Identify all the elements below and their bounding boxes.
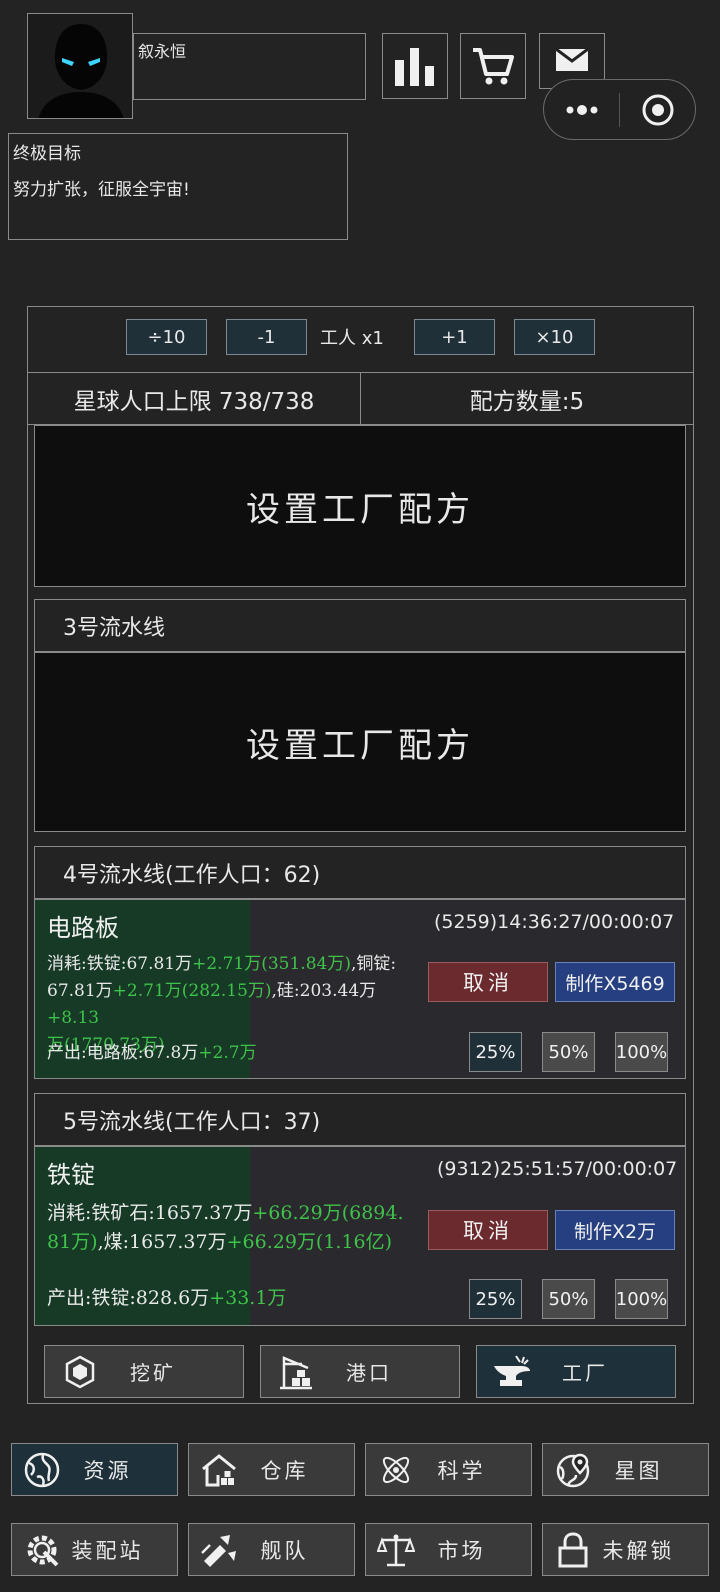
consume-text: ,硅:203.44万: [271, 981, 377, 1001]
output-text: 产出:铁锭:828.6万: [47, 1287, 210, 1309]
atom-icon: [374, 1448, 418, 1492]
nav-resources-label: 资源: [83, 1458, 132, 1483]
cart-icon: [473, 48, 514, 85]
warehouse-icon: [197, 1448, 241, 1492]
line-5-pct-25-button[interactable]: 25%: [469, 1279, 522, 1319]
line-4-production: 电路板 (5259)14:36:27/00:00:07 消耗:铁锭:67.81万…: [34, 899, 686, 1079]
tab-factory-label: 工厂: [562, 1361, 608, 1385]
nav-warehouse[interactable]: 仓库: [188, 1443, 355, 1496]
line-5-consumption: 消耗:铁矿石:1657.37万+66.29万(6894. 81万),煤:1657…: [47, 1199, 427, 1257]
mail-icon: [555, 48, 589, 71]
nav-science[interactable]: 科学: [365, 1443, 532, 1496]
tab-mining-label: 挖矿: [130, 1361, 176, 1385]
line-4-pct-50-button[interactable]: 50%: [542, 1032, 595, 1072]
star-map-icon: [551, 1448, 595, 1492]
line-4-product-name: 电路板: [47, 914, 119, 942]
nav-assembly[interactable]: 装配站: [11, 1523, 178, 1576]
consume-gain: +66.29万(6894.: [252, 1202, 404, 1224]
consume-text: 67.81万: [47, 981, 113, 1001]
tab-port[interactable]: 港口: [260, 1345, 460, 1398]
shop-button[interactable]: [460, 33, 526, 99]
fleet-icon: [197, 1528, 241, 1572]
nav-warehouse-label: 仓库: [260, 1458, 309, 1483]
more-dots-icon: [566, 104, 597, 115]
nav-star-map-label: 星图: [614, 1458, 663, 1483]
planet-icon: [20, 1448, 64, 1492]
tab-port-label: 港口: [346, 1361, 392, 1385]
nav-star-map[interactable]: 星图: [542, 1443, 709, 1496]
tab-mining[interactable]: 挖矿: [44, 1345, 244, 1398]
consume-gain: +2.71万(351.84万): [192, 954, 351, 974]
close-mini-program-button[interactable]: [620, 80, 695, 139]
nav-fleet[interactable]: 舰队: [188, 1523, 355, 1576]
output-gain: +33.1万: [209, 1287, 287, 1309]
goal-title: 终极目标: [13, 144, 81, 164]
anvil-icon: [489, 1349, 535, 1395]
nav-resources[interactable]: 资源: [11, 1443, 178, 1496]
goal-text: 努力扩张，征服全宇宙!: [13, 180, 190, 200]
line-5-header: 5号流水线(工作人口：37): [34, 1093, 686, 1146]
line-5-pct-100-button[interactable]: 100%: [615, 1279, 668, 1319]
stats-button[interactable]: [382, 33, 448, 99]
consume-gain: +8.13: [47, 1008, 100, 1028]
nav-fleet-label: 舰队: [260, 1538, 309, 1563]
nav-locked[interactable]: 未解锁: [542, 1523, 709, 1576]
bar-chart-icon: [395, 48, 434, 86]
consume-text: ,铜锭:: [350, 954, 397, 974]
line-5-cancel-button[interactable]: 取消: [428, 1210, 548, 1250]
consume-text: 消耗:铁锭:67.81万: [47, 954, 193, 974]
consume-text: ,煤:1657.37万: [97, 1231, 227, 1253]
line-4-output: 产出:电路板:67.8万+2.7万: [47, 1040, 257, 1067]
output-gain: +2.7万: [198, 1043, 257, 1063]
line-5-timer: (9312)25:51:57/00:00:07: [437, 1158, 678, 1180]
scales-icon: [374, 1528, 418, 1572]
set-recipe-slot-1[interactable]: 设置工厂配方: [34, 425, 686, 587]
line-4-header: 4号流水线(工作人口：62): [34, 846, 686, 899]
avatar[interactable]: [27, 13, 133, 119]
line-4-pct-25-button[interactable]: 25%: [469, 1032, 522, 1072]
gem-icon: [57, 1349, 103, 1395]
line-5-output: 产出:铁锭:828.6万+33.1万: [47, 1285, 286, 1312]
line-5-pct-50-button[interactable]: 50%: [542, 1279, 595, 1319]
line-5-make-button[interactable]: 制作X2万: [555, 1210, 675, 1250]
output-text: 产出:电路板:67.8万: [47, 1043, 199, 1063]
player-name-box: 叙永恒: [133, 33, 366, 100]
target-circle-icon: [642, 94, 673, 125]
line-4-timer: (5259)14:36:27/00:00:07: [434, 911, 675, 933]
gear-wrench-icon: [20, 1528, 64, 1572]
consume-text: 消耗:铁矿石:1657.37万: [47, 1202, 253, 1224]
line-5-production: 铁锭 (9312)25:51:57/00:00:07 消耗:铁矿石:1657.3…: [34, 1146, 686, 1326]
consume-gain: 81万): [47, 1231, 98, 1253]
times-10-button[interactable]: ×10: [514, 319, 595, 355]
line-4-cancel-button[interactable]: 取消: [428, 962, 548, 1002]
mini-program-capsule: [543, 79, 696, 140]
set-recipe-slot-2[interactable]: 设置工厂配方: [34, 652, 686, 832]
nav-market-label: 市场: [437, 1538, 486, 1563]
plus-1-button[interactable]: +1: [414, 319, 495, 355]
nav-assembly-label: 装配站: [71, 1538, 144, 1563]
player-name: 叙永恒: [138, 42, 187, 61]
more-button[interactable]: [544, 80, 619, 139]
population-cap: 星球人口上限 738/738: [27, 372, 361, 425]
consume-gain: +2.71万(282.15万): [112, 981, 272, 1001]
crane-icon: [273, 1349, 319, 1395]
avatar-portrait-icon: [28, 14, 132, 118]
line-4-make-button[interactable]: 制作X5469: [555, 962, 675, 1002]
recipe-count: 配方数量:5: [360, 372, 694, 425]
line-3-header: 3号流水线: [34, 599, 686, 652]
nav-market[interactable]: 市场: [365, 1523, 532, 1576]
ultimate-goal-panel: 终极目标 努力扩张，征服全宇宙!: [8, 133, 348, 240]
consume-gain: +66.29万(1.16亿): [226, 1231, 393, 1253]
tab-factory[interactable]: 工厂: [476, 1345, 676, 1398]
line-5-product-name: 铁锭: [47, 1161, 95, 1189]
nav-science-label: 科学: [437, 1458, 486, 1483]
minus-1-button[interactable]: -1: [226, 319, 307, 355]
worker-count-label: 工人 x1: [320, 328, 384, 349]
line-4-pct-100-button[interactable]: 100%: [615, 1032, 668, 1072]
nav-locked-label: 未解锁: [602, 1538, 675, 1563]
lock-icon: [551, 1528, 595, 1572]
divide-10-button[interactable]: ÷10: [126, 319, 207, 355]
